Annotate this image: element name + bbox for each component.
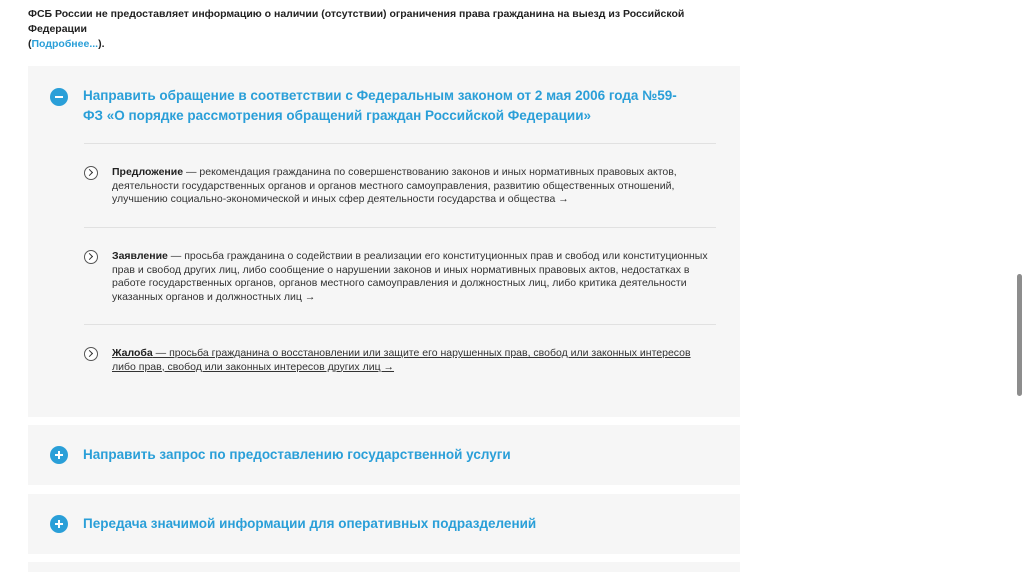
accordion-appeal-59fz: Направить обращение в соответствии с Фед… bbox=[28, 66, 740, 417]
expand-plus-icon[interactable] bbox=[50, 446, 68, 464]
accordion-state-service-request[interactable]: Направить запрос по предоставлению госуд… bbox=[28, 425, 740, 485]
chevron-right-icon bbox=[84, 250, 98, 264]
proposal-link[interactable]: Предложение — рекомендация гражданина по… bbox=[112, 166, 712, 207]
chevron-right-icon bbox=[84, 347, 98, 361]
proposal-term: Предложение bbox=[112, 166, 184, 178]
statement-description: — просьба гражданина о содействии в реал… bbox=[112, 250, 708, 303]
list-item-proposal[interactable]: Предложение — рекомендация гражданина по… bbox=[84, 144, 716, 228]
fsb-notice: ФСБ России не предоставляет информацию о… bbox=[28, 7, 728, 52]
accordion-title-operational-info[interactable]: Передача значимой информации для операти… bbox=[83, 514, 693, 534]
notice-close: ). bbox=[98, 38, 105, 50]
details-link[interactable]: Подробнее... bbox=[32, 38, 99, 50]
complaint-term: Жалоба bbox=[112, 347, 153, 359]
list-item-statement[interactable]: Заявление — просьба гражданина о содейст… bbox=[84, 228, 716, 325]
accordion-next-partial bbox=[28, 562, 740, 572]
collapse-minus-icon[interactable] bbox=[50, 88, 68, 106]
accordion-title-appeal[interactable]: Направить обращение в соответствии с Фед… bbox=[83, 86, 693, 126]
proposal-description: — рекомендация гражданина по совершенств… bbox=[112, 166, 677, 205]
statement-link[interactable]: Заявление — просьба гражданина о содейст… bbox=[112, 250, 712, 304]
scrollbar-thumb[interactable] bbox=[1017, 274, 1022, 396]
list-item-complaint[interactable]: Жалоба — просьба гражданина о восстановл… bbox=[84, 325, 716, 385]
complaint-link[interactable]: Жалоба — просьба гражданина о восстановл… bbox=[112, 347, 712, 374]
appeal-types-list: Предложение — рекомендация гражданина по… bbox=[84, 143, 716, 385]
accordion-operational-info[interactable]: Передача значимой информации для операти… bbox=[28, 494, 740, 554]
chevron-right-icon bbox=[84, 166, 98, 180]
expand-plus-icon[interactable] bbox=[50, 515, 68, 533]
notice-text: ФСБ России не предоставляет информацию о… bbox=[28, 8, 685, 35]
accordion-title-state-service[interactable]: Направить запрос по предоставлению госуд… bbox=[83, 445, 693, 465]
statement-term: Заявление bbox=[112, 250, 168, 262]
complaint-description: — просьба гражданина о восстановлении ил… bbox=[112, 347, 691, 373]
